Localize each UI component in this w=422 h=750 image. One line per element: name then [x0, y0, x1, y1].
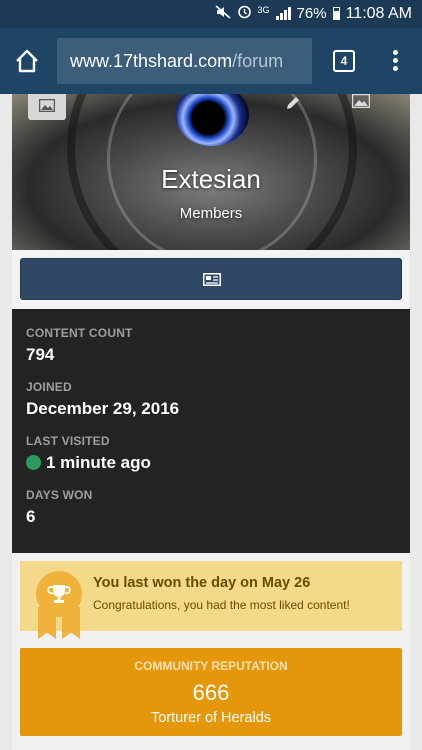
- day-win-text: Congratulations, you had the most liked …: [93, 598, 350, 612]
- activity-button[interactable]: [20, 258, 402, 300]
- url-field[interactable]: www.17thshard.com/forum: [57, 38, 312, 84]
- member-group: Members: [179, 205, 243, 222]
- day-win-title: You last won the day on May 26: [93, 575, 311, 591]
- content-count-label: CONTENT COUNT: [26, 326, 133, 340]
- content-count-value: 794: [26, 345, 55, 364]
- last-visited-label: LAST VISITED: [26, 434, 110, 448]
- days-won-value: 6: [26, 507, 36, 526]
- days-won-label: DAYS WON: [26, 488, 93, 502]
- image-icon: [351, 94, 371, 109]
- overflow-menu-button[interactable]: [386, 48, 404, 74]
- clock: 11:08 AM: [345, 4, 412, 22]
- edit-profile-button[interactable]: [284, 94, 302, 112]
- url-domain: www.17thshard.com: [70, 51, 233, 71]
- reputation-label: COMMUNITY REPUTATION: [134, 659, 288, 673]
- image-icon: [39, 99, 55, 112]
- last-visited-text: 1 minute ago: [46, 453, 151, 472]
- network-type: 3G: [257, 4, 270, 15]
- change-cover-button[interactable]: [28, 94, 66, 120]
- browser-toolbar: www.17thshard.com/forum 4: [0, 28, 422, 94]
- status-icons: 3G 76% 11:08 AM: [215, 4, 412, 23]
- home-button[interactable]: [14, 48, 40, 74]
- reputation-card: COMMUNITY REPUTATION 666 Torturer of Her…: [20, 648, 402, 736]
- pencil-icon: [287, 97, 299, 109]
- battery-percent: 76%: [296, 5, 327, 22]
- online-status-icon: [26, 455, 41, 470]
- profile-stats: CONTENT COUNT 794 JOINED December 29, 20…: [12, 309, 410, 553]
- reputation-title: Torturer of Heralds: [150, 710, 272, 726]
- profile-actions: [12, 250, 410, 309]
- home-icon: [16, 49, 38, 73]
- joined-value: December 29, 2016: [26, 399, 180, 418]
- profile-highlights: You last won the day on May 26 Congratul…: [12, 553, 410, 750]
- profile-cover: Extesian Members: [12, 94, 410, 250]
- cover-photo-icon-button[interactable]: [351, 94, 372, 112]
- status-bar: 3G 76% 11:08 AM: [0, 0, 422, 28]
- trophy-icon: [47, 585, 71, 603]
- tab-switcher-button[interactable]: 4: [333, 50, 355, 72]
- url-path: /forum: [232, 51, 284, 71]
- alarm-icon: [237, 4, 252, 23]
- mute-icon: [215, 4, 231, 23]
- signal-icon: [275, 7, 291, 20]
- reputation-value: 666: [192, 680, 230, 705]
- last-visited-value: 1 minute ago: [26, 453, 151, 473]
- username: Extesian: [161, 164, 261, 194]
- joined-label: JOINED: [26, 380, 72, 394]
- battery-icon: [332, 7, 340, 20]
- trophy-badge: [36, 571, 82, 617]
- newspaper-icon: [203, 273, 221, 286]
- day-win-banner: You last won the day on May 26 Congratul…: [20, 561, 402, 639]
